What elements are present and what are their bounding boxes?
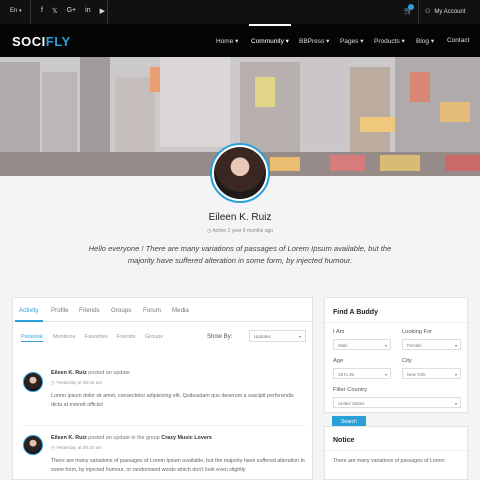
chevron-down-icon: ▾ bbox=[454, 342, 457, 348]
tab-forum[interactable]: Forum bbox=[143, 307, 161, 314]
show-by-select[interactable]: Updates ▾ bbox=[249, 330, 306, 342]
nav-products[interactable]: Products ▾ bbox=[374, 37, 405, 45]
city-label: City bbox=[402, 358, 412, 364]
language-selector[interactable]: En ▾ bbox=[10, 8, 22, 14]
country-select[interactable]: United States ▾ bbox=[333, 397, 461, 408]
profile-bio: Hello everyone ! There are many variatio… bbox=[88, 244, 392, 265]
subtab-friends[interactable]: Friends bbox=[117, 334, 135, 340]
clock-icon: ◷ bbox=[206, 228, 212, 234]
country-label: Filter Country bbox=[333, 387, 368, 393]
avatar[interactable] bbox=[23, 435, 43, 455]
google-plus-icon[interactable]: G+ bbox=[67, 7, 77, 15]
subtab-groups[interactable]: Groups bbox=[145, 334, 163, 340]
tab-activity[interactable]: Activity bbox=[15, 307, 43, 322]
notice-text: There are many variations of passages of… bbox=[333, 458, 445, 464]
cart-badge bbox=[408, 4, 414, 10]
post-body: Lorem ipsum dolor sit amet, consectetur … bbox=[51, 393, 294, 408]
activity-card: Activity Profile Friends Groups Forum Me… bbox=[12, 297, 313, 480]
tab-friends[interactable]: Friends bbox=[79, 307, 100, 314]
tab-profile[interactable]: Profile bbox=[51, 307, 69, 314]
looking-for-label: Looking For bbox=[402, 329, 433, 335]
looking-for-select[interactable]: Female ▾ bbox=[402, 339, 461, 350]
divider bbox=[325, 450, 467, 451]
divider bbox=[107, 0, 108, 24]
chevron-down-icon: ▾ bbox=[298, 334, 301, 339]
divider bbox=[418, 0, 419, 24]
user-icon: ⚇ bbox=[425, 9, 431, 15]
age-select[interactable]: 18 to 25 ▾ bbox=[333, 368, 391, 379]
nav-home[interactable]: Home ▾ bbox=[216, 37, 238, 45]
post-time: ◷ Yesterday at 08:20 am bbox=[51, 445, 103, 450]
linkedin-icon[interactable]: in bbox=[85, 7, 90, 15]
divider bbox=[23, 425, 306, 426]
youtube-icon[interactable]: ▶ bbox=[100, 7, 105, 15]
profile-active-status: ◷ Active 1 year 9 months ago bbox=[206, 228, 274, 234]
main-navbar: SOCIFLY Home ▾ Community ▾ BBPress ▾ Pag… bbox=[0, 24, 480, 57]
i-am-label: I Am bbox=[333, 329, 345, 335]
account-link[interactable]: ⚇ My Account bbox=[425, 8, 465, 15]
city-select[interactable]: New York ▾ bbox=[402, 368, 461, 379]
nav-pages[interactable]: Pages ▾ bbox=[340, 37, 364, 45]
show-by-label: Show By: bbox=[207, 334, 233, 340]
post-author[interactable]: Eileen K. Ruiz bbox=[51, 370, 87, 376]
post-body: There are many variations of passages of… bbox=[51, 458, 305, 473]
site-logo[interactable]: SOCIFLY bbox=[12, 34, 71, 49]
post-author[interactable]: Eileen K. Ruiz bbox=[51, 435, 87, 441]
subtab-mentions[interactable]: Mentions bbox=[53, 334, 75, 340]
divider bbox=[30, 0, 31, 24]
notice-widget: Notice There are many variations of pass… bbox=[324, 426, 468, 480]
facebook-icon[interactable]: f bbox=[41, 7, 43, 15]
chevron-down-icon: ▾ bbox=[454, 400, 457, 406]
age-label: Age bbox=[333, 358, 344, 364]
activity-subtabs: Personal Mentions Favorites Friends Grou… bbox=[13, 322, 312, 354]
chevron-down-icon: ▾ bbox=[384, 371, 387, 377]
tab-groups[interactable]: Groups bbox=[111, 307, 131, 314]
find-buddy-widget: Find A Buddy I Am Male ▾ Looking For Fema… bbox=[324, 297, 468, 413]
nav-bbpress[interactable]: BBPress ▾ bbox=[299, 37, 329, 45]
subtab-favorites[interactable]: Favorites bbox=[85, 334, 108, 340]
twitter-icon[interactable]: 𝕏 bbox=[52, 7, 58, 15]
nav-community[interactable]: Community ▾ bbox=[249, 24, 291, 45]
post-meta: Eileen K. Ruiz posted an update bbox=[51, 370, 130, 376]
post-meta: Eileen K. Ruiz posted an update in the g… bbox=[51, 435, 212, 441]
post-time: ◷ Yesterday at 08:25 am bbox=[51, 380, 103, 385]
cart-icon[interactable]: 🛒 bbox=[404, 4, 414, 15]
group-link[interactable]: Crazy Music Lovers bbox=[161, 435, 212, 441]
social-links: f 𝕏 G+ in ▶ bbox=[41, 7, 105, 15]
nav-contact[interactable]: Contact bbox=[447, 37, 469, 44]
widget-title: Find A Buddy bbox=[333, 309, 378, 316]
divider bbox=[325, 322, 467, 323]
nav-blog[interactable]: Blog ▾ bbox=[416, 37, 434, 45]
profile-name: Eileen K. Ruiz bbox=[208, 212, 272, 223]
profile-avatar[interactable] bbox=[210, 143, 270, 203]
avatar[interactable] bbox=[23, 372, 43, 392]
chevron-down-icon: ▾ bbox=[384, 342, 387, 348]
i-am-select[interactable]: Male ▾ bbox=[333, 339, 391, 350]
chevron-down-icon: ▾ bbox=[454, 371, 457, 377]
widget-title: Notice bbox=[333, 437, 355, 444]
profile-tabs: Activity Profile Friends Groups Forum Me… bbox=[13, 298, 312, 322]
tab-media[interactable]: Media bbox=[172, 307, 189, 314]
top-bar: En ▾ f 𝕏 G+ in ▶ 🛒 ⚇ My Account bbox=[0, 0, 480, 24]
subtab-personal[interactable]: Personal bbox=[21, 334, 43, 342]
